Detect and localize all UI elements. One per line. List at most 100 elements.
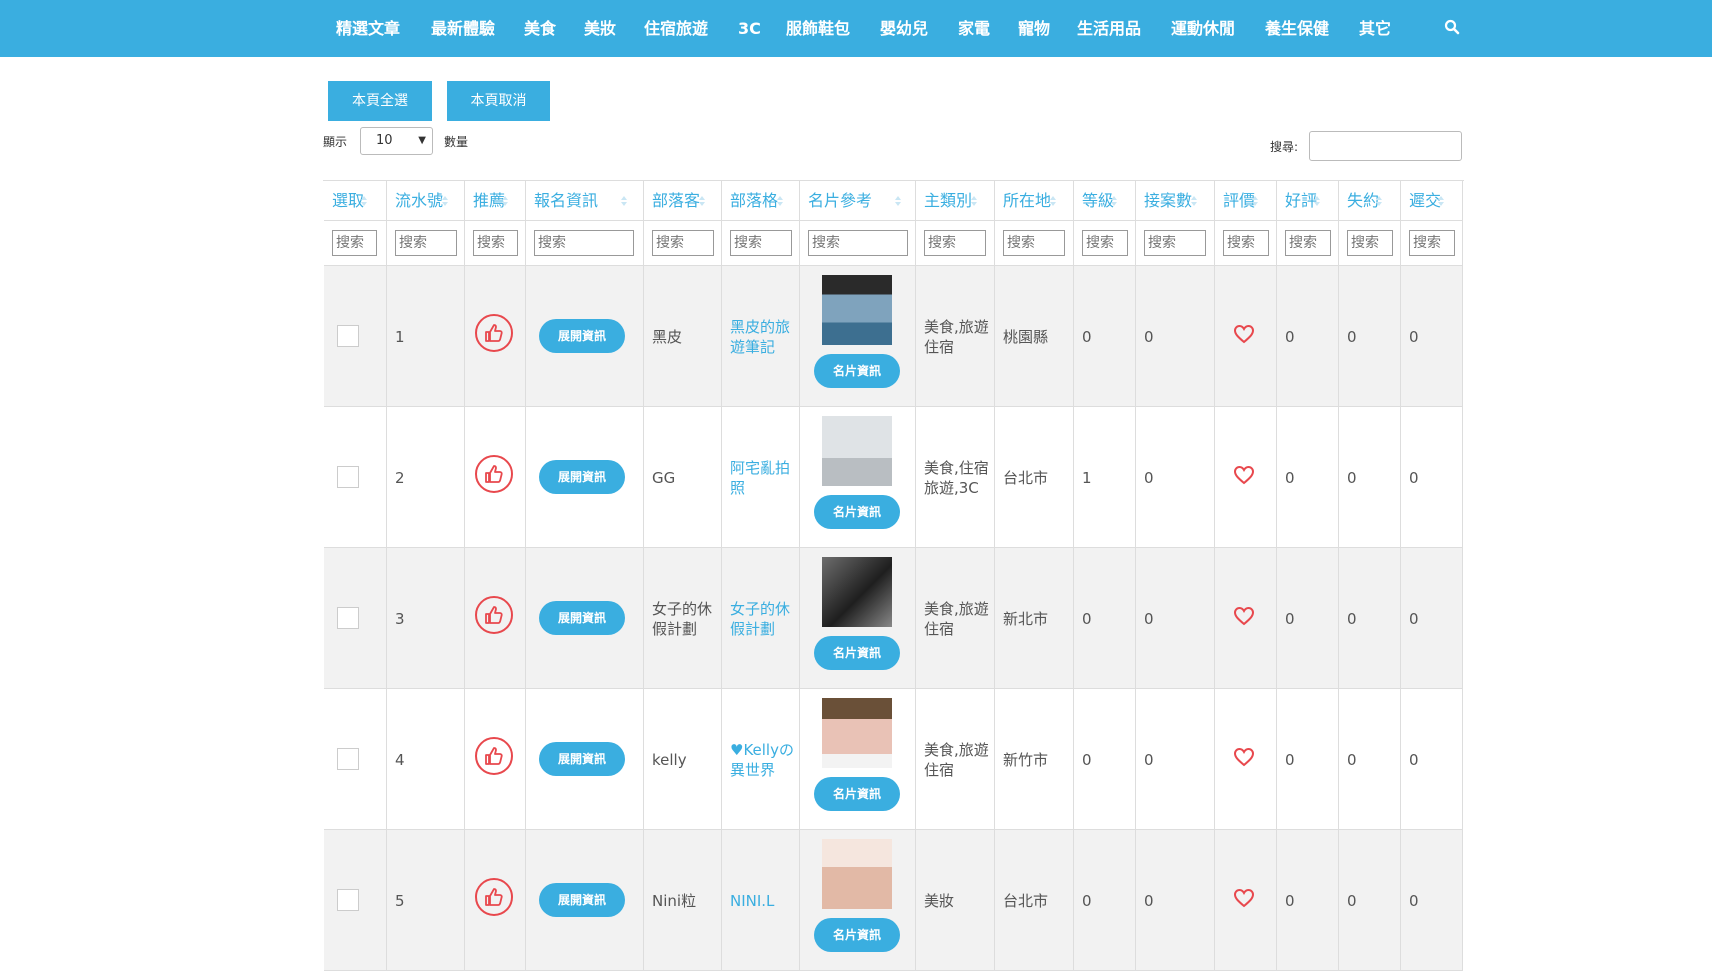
cell-good: 0 (1277, 689, 1339, 830)
page-size-select[interactable]: 10 ▼ (360, 127, 433, 155)
filter-input-level[interactable] (1082, 230, 1128, 256)
heart-icon[interactable] (1233, 606, 1255, 630)
expand-info-button[interactable]: 展開資訊 (539, 883, 625, 917)
header-cell-good[interactable]: 好評 (1277, 181, 1339, 221)
header-cell-card[interactable]: 名片參考 (800, 181, 916, 221)
header-cell-select[interactable]: 選取 (324, 181, 387, 221)
header-cell-missed[interactable]: 失約 (1339, 181, 1401, 221)
cell-text-blogger: 黑皮 (652, 327, 683, 346)
filter-input-recommend[interactable] (473, 230, 518, 256)
thumbs-up-icon[interactable] (475, 314, 513, 352)
filter-input-serial[interactable] (395, 230, 457, 256)
page-size-value: 10 (376, 133, 393, 148)
cell-text-level: 0 (1082, 750, 1092, 769)
cell-text-blog[interactable]: NINI.L (730, 830, 794, 971)
header-label-card: 名片參考 (808, 191, 873, 210)
header-cell-serial[interactable]: 流水號 (387, 181, 465, 221)
nav-item-beauty[interactable]: 美妝 (584, 0, 616, 57)
filter-input-category[interactable] (924, 230, 986, 256)
filter-input-missed[interactable] (1347, 230, 1393, 256)
card-info-button[interactable]: 名片資訊 (814, 495, 900, 529)
thumbs-up-icon[interactable] (475, 596, 513, 634)
header-cell-level[interactable]: 等級 (1074, 181, 1136, 221)
table-search-input[interactable] (1309, 131, 1462, 161)
header-cell-rating[interactable]: 評價 (1215, 181, 1277, 221)
row-checkbox[interactable] (337, 466, 359, 488)
header-cell-recommend[interactable]: 推薦 (465, 181, 526, 221)
card-info-button[interactable]: 名片資訊 (814, 918, 900, 952)
filter-input-late[interactable] (1409, 230, 1455, 256)
cell-card: 名片資訊 (800, 407, 916, 548)
header-cell-signup-info[interactable]: 報名資訊 (526, 181, 644, 221)
card-info-button[interactable]: 名片資訊 (814, 636, 900, 670)
cell-blogger: 女子的休假計劃 (644, 548, 722, 689)
header-cell-late[interactable]: 遲交 (1401, 181, 1463, 221)
thumbs-up-icon[interactable] (475, 878, 513, 916)
row-checkbox[interactable] (337, 325, 359, 347)
cell-text-blog[interactable]: ♥Kellyの異世界 (730, 689, 794, 830)
sort-icon (1252, 196, 1258, 206)
nav-item-food[interactable]: 美食 (524, 0, 556, 57)
header-cell-blogger[interactable]: 部落客 (644, 181, 722, 221)
card-info-button[interactable]: 名片資訊 (814, 354, 900, 388)
expand-info-button[interactable]: 展開資訊 (539, 319, 625, 353)
row-checkbox[interactable] (337, 748, 359, 770)
card-info-button[interactable]: 名片資訊 (814, 777, 900, 811)
header-cell-category[interactable]: 主類別 (916, 181, 995, 221)
expand-info-button[interactable]: 展開資訊 (539, 460, 625, 494)
row-checkbox[interactable] (337, 607, 359, 629)
expand-info-button[interactable]: 展開資訊 (539, 742, 625, 776)
cell-text-blog[interactable]: 女子的休假計劃 (730, 548, 794, 689)
nav-item-health[interactable]: 養生保健 (1265, 0, 1329, 57)
heart-icon[interactable] (1233, 888, 1255, 912)
cell-text-blog[interactable]: 黑皮的旅遊筆記 (730, 266, 794, 407)
cell-location: 台北市 (995, 830, 1074, 971)
nav-item-appliance[interactable]: 家電 (958, 0, 990, 57)
cell-text-location: 桃園縣 (1003, 327, 1049, 346)
cell-serial: 4 (387, 689, 465, 830)
cell-select (324, 407, 387, 548)
nav-item-sports[interactable]: 運動休閒 (1171, 0, 1235, 57)
cell-location: 桃園縣 (995, 266, 1074, 407)
header-cell-cases[interactable]: 接案數 (1136, 181, 1215, 221)
search-icon[interactable] (1444, 19, 1462, 37)
header-label-late: 遲交 (1409, 191, 1442, 210)
cell-signup-info: 展開資訊 (526, 830, 644, 971)
heart-icon[interactable] (1233, 747, 1255, 771)
row-checkbox[interactable] (337, 889, 359, 911)
filter-input-cases[interactable] (1144, 230, 1206, 256)
filter-input-rating[interactable] (1223, 230, 1269, 256)
cell-text-missed: 0 (1347, 468, 1357, 487)
filter-input-card[interactable] (808, 230, 908, 256)
thumbs-up-icon[interactable] (475, 455, 513, 493)
header-cell-blog[interactable]: 部落格 (722, 181, 800, 221)
nav-item-pets[interactable]: 寵物 (1018, 0, 1050, 57)
header-cell-location[interactable]: 所在地 (995, 181, 1074, 221)
nav-item-3c[interactable]: 3C (738, 0, 761, 57)
filter-input-select[interactable] (332, 230, 377, 256)
filter-input-blogger[interactable] (652, 230, 714, 256)
nav-item-baby[interactable]: 嬰幼兒 (880, 0, 928, 57)
expand-info-button[interactable]: 展開資訊 (539, 601, 625, 635)
filter-cell-blogger (644, 221, 722, 266)
nav-item-latest[interactable]: 最新體驗 (431, 0, 495, 57)
filter-input-good[interactable] (1285, 230, 1331, 256)
heart-icon[interactable] (1233, 465, 1255, 489)
nav-item-featured[interactable]: 精選文章 (336, 0, 400, 57)
cell-late: 0 (1401, 689, 1463, 830)
heart-icon[interactable] (1233, 324, 1255, 348)
select-all-button[interactable]: 本頁全選 (328, 81, 432, 121)
nav-item-other[interactable]: 其它 (1359, 0, 1391, 57)
cell-text-late: 0 (1409, 609, 1419, 628)
nav-item-living[interactable]: 生活用品 (1077, 0, 1141, 57)
filter-input-signup-info[interactable] (534, 230, 634, 256)
filter-input-location[interactable] (1003, 230, 1065, 256)
nav-item-fashion[interactable]: 服飾鞋包 (786, 0, 850, 57)
nav-item-travel[interactable]: 住宿旅遊 (644, 0, 708, 57)
filter-cell-select (324, 221, 387, 266)
thumbs-up-icon[interactable] (475, 737, 513, 775)
cell-text-blog[interactable]: 阿宅亂拍照 (730, 407, 794, 548)
filter-input-blog[interactable] (730, 230, 792, 256)
cell-category: 美食,旅遊住宿 (916, 266, 995, 407)
deselect-all-button[interactable]: 本頁取消 (447, 81, 550, 121)
